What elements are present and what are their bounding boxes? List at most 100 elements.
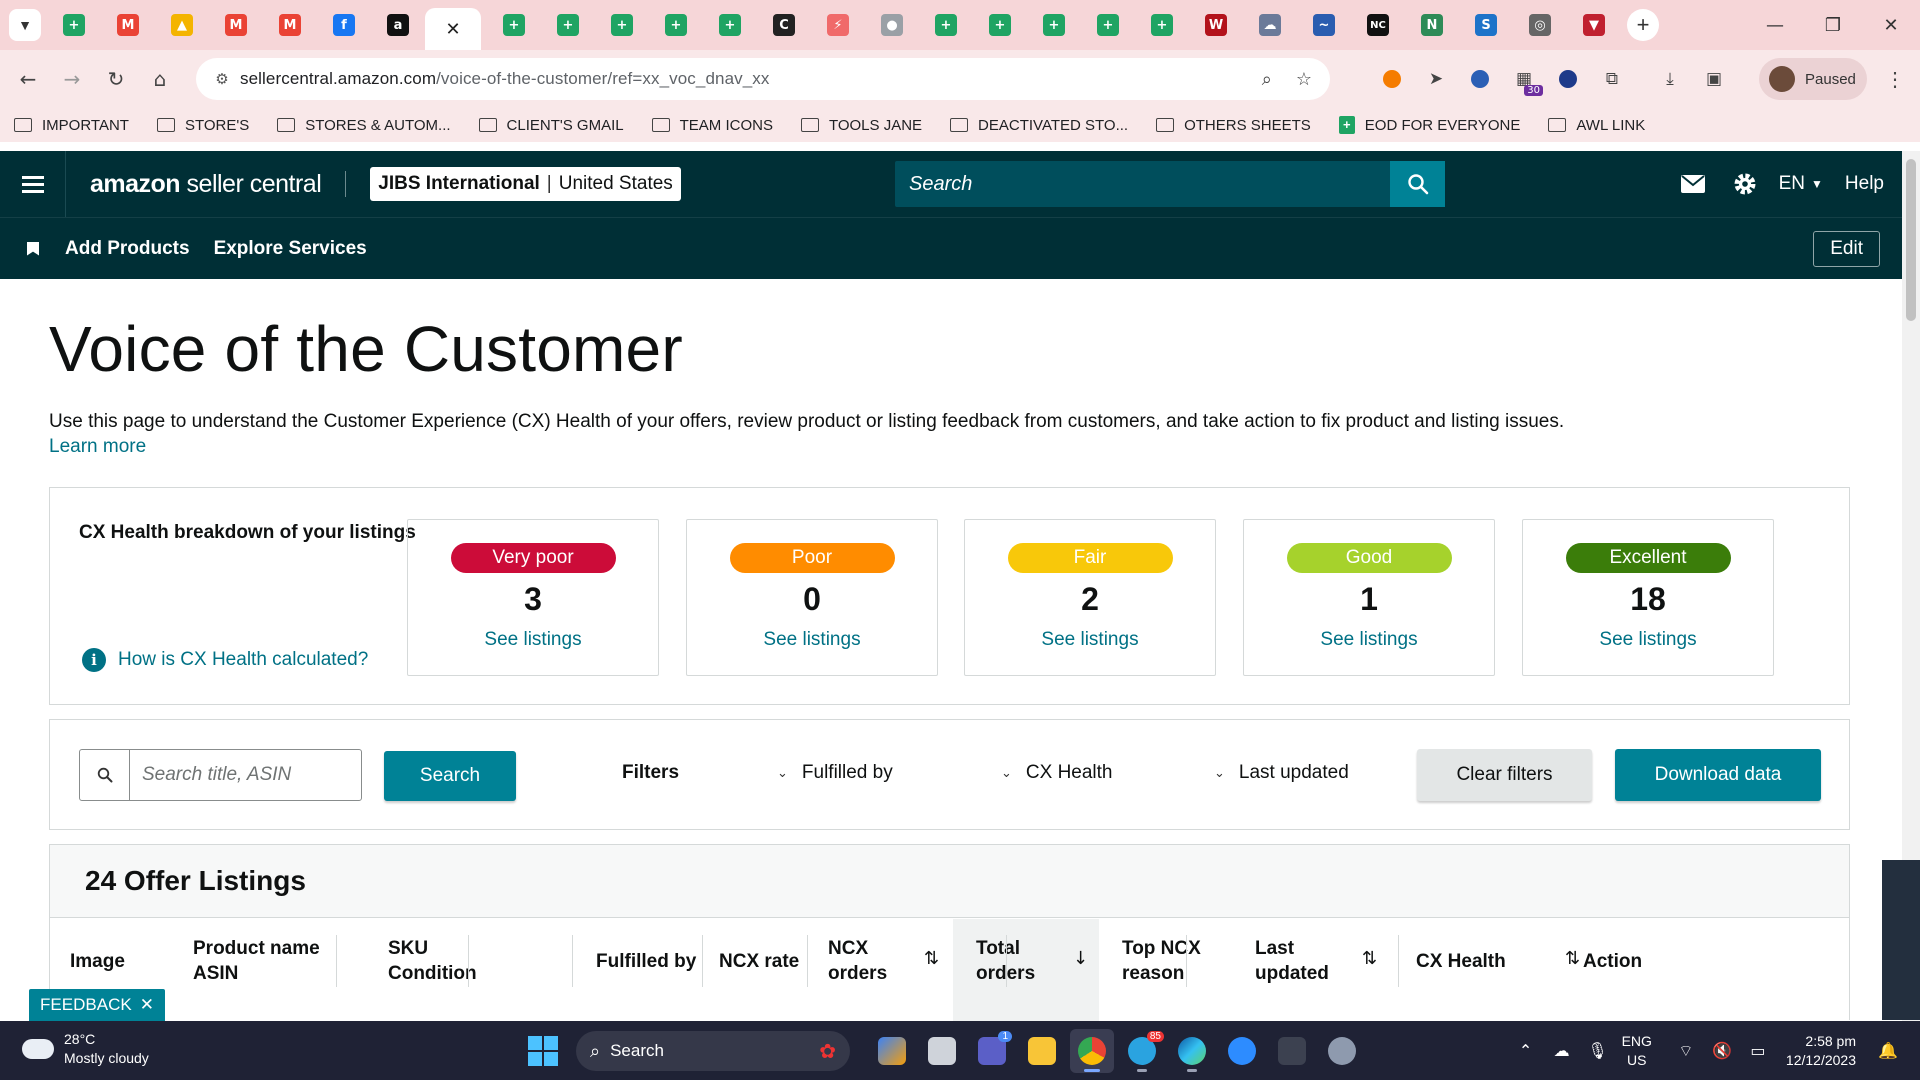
- browser-tab[interactable]: M: [101, 0, 155, 50]
- filter-cx-health[interactable]: ⌄ CX Health: [1001, 762, 1113, 784]
- browser-tab[interactable]: ⚡: [811, 0, 865, 50]
- battery-icon[interactable]: ▭: [1740, 1041, 1776, 1060]
- see-listings-link[interactable]: See listings: [1523, 629, 1773, 651]
- extension-calendar-icon[interactable]: ▦ 30: [1502, 57, 1546, 101]
- cx-help-link[interactable]: i How is CX Health calculated?: [82, 648, 368, 672]
- sort-icon[interactable]: ⇅: [1565, 948, 1580, 969]
- column-header[interactable]: Fulfilled by: [596, 949, 696, 974]
- browser-tab[interactable]: +: [541, 0, 595, 50]
- help-link[interactable]: Help: [1845, 173, 1884, 195]
- chevron-up-icon[interactable]: ⌃: [1508, 1041, 1544, 1060]
- browser-tab[interactable]: S: [1459, 0, 1513, 50]
- browser-tab[interactable]: NC: [1351, 0, 1405, 50]
- tab-search-button[interactable]: ▼: [9, 9, 41, 41]
- close-icon[interactable]: ✕: [140, 995, 154, 1015]
- site-info-icon[interactable]: ⚙: [204, 70, 240, 88]
- header-search[interactable]: Search: [895, 161, 1445, 207]
- teams-icon[interactable]: 1: [970, 1029, 1014, 1073]
- star-icon[interactable]: ☆: [1296, 69, 1312, 90]
- profile-button[interactable]: Paused: [1759, 58, 1867, 100]
- bookmark-item[interactable]: TOOLS JANE: [800, 117, 922, 134]
- browser-tab[interactable]: W: [1189, 0, 1243, 50]
- extensions-puzzle-icon[interactable]: ⧉: [1590, 57, 1634, 101]
- filter-fulfilled-by[interactable]: ⌄ Fulfilled by: [777, 762, 893, 784]
- side-panel-icon[interactable]: ▣: [1692, 57, 1736, 101]
- see-listings-link[interactable]: See listings: [408, 629, 658, 651]
- column-header[interactable]: CX Health: [1416, 949, 1506, 974]
- wifi-icon[interactable]: ⌔: [1668, 1041, 1704, 1061]
- forward-button[interactable]: →: [50, 57, 94, 101]
- browser-tab[interactable]: +: [649, 0, 703, 50]
- account-switcher[interactable]: JIBS International | United States: [370, 167, 681, 201]
- browser-tab[interactable]: f: [317, 0, 371, 50]
- nav-explore-services[interactable]: Explore Services: [214, 238, 367, 260]
- bookmark-item[interactable]: AWL LINK: [1548, 117, 1645, 134]
- nav-add-products[interactable]: Add Products: [65, 238, 190, 260]
- gear-icon[interactable]: [1719, 172, 1771, 196]
- feedback-button[interactable]: FEEDBACK ✕: [29, 989, 165, 1021]
- browser-tab[interactable]: ~: [1297, 0, 1351, 50]
- windows-start-icon[interactable]: [528, 1036, 558, 1066]
- bookmark-item[interactable]: + EOD FOR EVERYONE: [1338, 116, 1520, 134]
- bookmark-item[interactable]: STORES & AUTOM...: [277, 117, 451, 134]
- extension-grid-icon[interactable]: [1546, 57, 1590, 101]
- file-explorer-icon[interactable]: [1020, 1029, 1064, 1073]
- header-search-button[interactable]: [1390, 161, 1445, 207]
- see-listings-link[interactable]: See listings: [1244, 629, 1494, 651]
- column-header[interactable]: Top NCX reason: [1122, 936, 1201, 986]
- maximize-button[interactable]: ❐: [1804, 0, 1862, 50]
- side-widget[interactable]: [1882, 860, 1920, 1020]
- browser-tab[interactable]: a: [371, 0, 425, 50]
- browser-tab[interactable]: +: [703, 0, 757, 50]
- browser-tab[interactable]: +: [919, 0, 973, 50]
- sort-descending-icon[interactable]: ↓: [1073, 948, 1088, 969]
- column-header[interactable]: Image: [70, 949, 125, 974]
- scrollbar-thumb[interactable]: [1906, 159, 1916, 321]
- reload-button[interactable]: ↻: [94, 57, 138, 101]
- edge-icon[interactable]: [1170, 1029, 1214, 1073]
- microphone-icon[interactable]: 🎙: [1580, 1041, 1616, 1060]
- bookmark-item[interactable]: DEACTIVATED STO...: [950, 117, 1128, 134]
- column-header[interactable]: SKU Condition: [388, 936, 477, 986]
- sort-icon[interactable]: ⇅: [924, 948, 939, 969]
- mail-icon[interactable]: [1667, 175, 1719, 193]
- extension-cursor-icon[interactable]: ➤: [1414, 57, 1458, 101]
- new-tab-button[interactable]: +: [1627, 9, 1659, 41]
- learn-more-link[interactable]: Learn more: [49, 436, 146, 458]
- listing-search-button[interactable]: Search: [384, 751, 516, 801]
- browser-tab[interactable]: N: [1405, 0, 1459, 50]
- browser-tab[interactable]: ▲: [155, 0, 209, 50]
- address-bar[interactable]: ⚙ sellercentral.amazon.com/voice-of-the-…: [196, 58, 1330, 100]
- browser-tab[interactable]: +: [487, 0, 541, 50]
- minimize-button[interactable]: —: [1746, 0, 1804, 50]
- column-header[interactable]: NCX orders: [828, 936, 887, 986]
- browser-tab[interactable]: C: [757, 0, 811, 50]
- browser-menu-icon[interactable]: ⋮: [1876, 58, 1914, 100]
- taskbar-search[interactable]: ⌕ Search ✿: [576, 1031, 850, 1071]
- download-data-button[interactable]: Download data: [1615, 749, 1821, 801]
- browser-tab[interactable]: M: [263, 0, 317, 50]
- close-icon[interactable]: ✕: [442, 18, 464, 40]
- edit-nav-button[interactable]: Edit: [1813, 231, 1880, 267]
- browser-tab[interactable]: +: [1027, 0, 1081, 50]
- browser-tab[interactable]: ●: [865, 0, 919, 50]
- listing-search-input[interactable]: [142, 764, 352, 786]
- task-view-icon[interactable]: [920, 1029, 964, 1073]
- language-selector[interactable]: EN ▼: [1779, 173, 1823, 195]
- weather-widget[interactable]: 28°C Mostly cloudy: [22, 1030, 149, 1068]
- input-language[interactable]: ENG US: [1622, 1032, 1652, 1070]
- onedrive-icon[interactable]: ☁: [1544, 1041, 1580, 1060]
- back-button[interactable]: ←: [6, 57, 50, 101]
- browser-tab[interactable]: M: [209, 0, 263, 50]
- bookmark-item[interactable]: TEAM ICONS: [651, 117, 773, 134]
- clock[interactable]: 2:58 pm 12/12/2023: [1786, 1032, 1856, 1070]
- notification-bell-icon[interactable]: 🔔: [1870, 1041, 1906, 1060]
- header-search-input[interactable]: Search: [909, 173, 1390, 196]
- close-window-button[interactable]: ✕: [1862, 0, 1920, 50]
- chrome-icon[interactable]: [1070, 1029, 1114, 1073]
- sort-icon[interactable]: ⇅: [1362, 948, 1377, 969]
- settings-icon[interactable]: [1320, 1029, 1364, 1073]
- browser-tab[interactable]: +: [47, 0, 101, 50]
- column-header[interactable]: Product name ASIN: [193, 936, 320, 986]
- clear-filters-button[interactable]: Clear filters: [1417, 749, 1592, 801]
